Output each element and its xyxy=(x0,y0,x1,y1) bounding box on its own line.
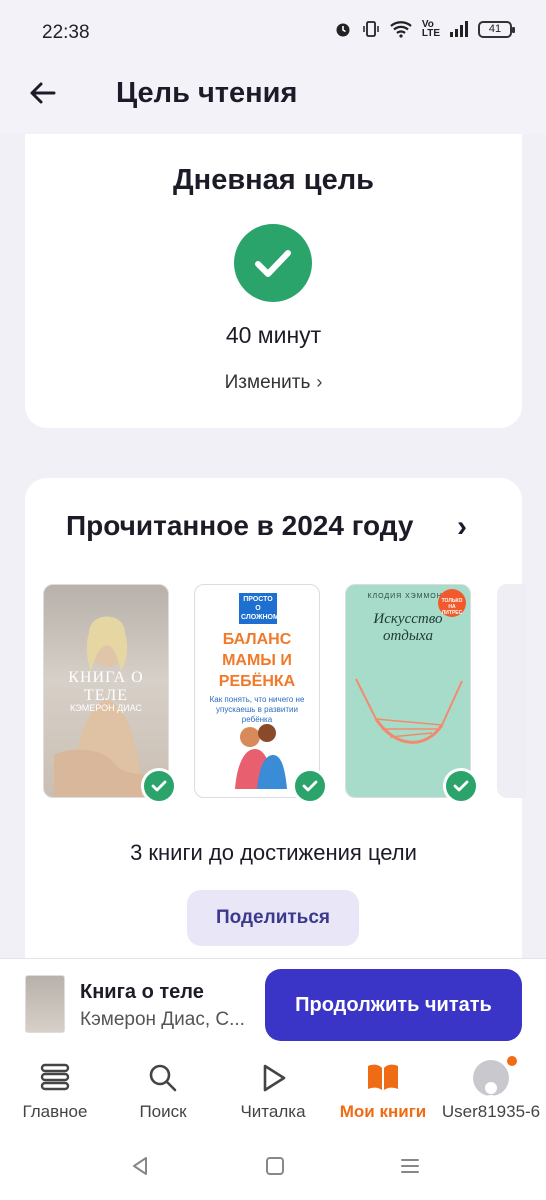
user-icon xyxy=(485,1082,497,1096)
wifi-icon xyxy=(390,21,412,38)
checkmark-icon xyxy=(255,250,291,277)
hammock-art xyxy=(355,678,463,744)
nav-label: User81935-6 xyxy=(441,1102,541,1121)
book-read-badge xyxy=(141,768,177,804)
arrow-left-icon xyxy=(30,82,56,104)
book-cover[interactable]: ПРОСТО О СЛОЖНОМ БАЛАНС МАМЫ И РЕБЁНКА К… xyxy=(194,584,320,798)
system-nav-bar xyxy=(0,1132,546,1200)
signal-icon xyxy=(450,21,468,37)
nav-item-home[interactable]: Главное xyxy=(0,1048,110,1132)
app-header: Цель чтения xyxy=(0,62,546,134)
book-cover[interactable]: КНИГА О ТЕЛЕ КЭМЕРОН ДИАС xyxy=(43,584,169,798)
open-book-icon xyxy=(368,1064,398,1090)
mini-player-author[interactable]: Кэмерон Диас, С... xyxy=(80,1009,265,1031)
checkmark-icon xyxy=(453,780,469,792)
book-cover[interactable]: КЛОДИЯ ХЭММОНД ТОЛЬКО НА ЛИТРЕС Искусств… xyxy=(345,584,471,798)
book-cover-partial[interactable] xyxy=(497,584,527,798)
mini-player-cover[interactable] xyxy=(25,975,65,1033)
recents-menu-icon[interactable] xyxy=(398,1154,422,1178)
nav-item-my-books[interactable]: Мои книги xyxy=(328,1048,438,1132)
continue-reading-button[interactable]: Продолжить читать xyxy=(265,969,522,1041)
books-remaining-text: 3 книги до достижения цели xyxy=(130,840,417,865)
daily-goal-card: Дневная цель 40 минут Изменить › xyxy=(25,134,522,428)
home-square-icon[interactable] xyxy=(263,1154,287,1178)
book-read-badge xyxy=(443,768,479,804)
chevron-right-icon: › xyxy=(316,372,323,392)
mini-player[interactable]: Книга о теле Кэмерон Диас, С... Продолжи… xyxy=(0,958,546,1048)
avatar xyxy=(473,1060,509,1096)
vibrate-icon xyxy=(363,21,379,37)
change-goal-label: Изменить xyxy=(224,372,311,393)
checkmark-icon xyxy=(151,780,167,792)
back-triangle-icon[interactable] xyxy=(128,1154,152,1178)
volte-icon: Vo LTE xyxy=(421,19,440,39)
change-goal-link[interactable]: Изменить › xyxy=(25,372,522,394)
status-bar: 22:38 Vo LTE 41 xyxy=(0,0,546,62)
share-button[interactable]: Поделиться xyxy=(187,890,359,946)
book-series: ПРОСТО О СЛОЖНОМ xyxy=(239,593,279,624)
page-title: Цель чтения xyxy=(116,77,298,109)
bottom-nav: Главное Поиск Читалка Мои книги User8193… xyxy=(0,1048,546,1132)
book-read-badge xyxy=(292,768,328,804)
read-section-title[interactable]: Прочитанное в 2024 году xyxy=(66,510,413,542)
book-title: КНИГА О ТЕЛЕ xyxy=(68,669,144,704)
nav-item-search[interactable]: Поиск xyxy=(108,1048,218,1132)
battery-icon: 41 xyxy=(478,20,515,38)
read-books-card: Прочитанное в 2024 году › КНИГА О ТЕЛЕ К… xyxy=(25,478,527,958)
back-button[interactable] xyxy=(26,76,60,110)
book-title: БАЛАНС МАМЫ И РЕБЁНКА xyxy=(218,631,296,690)
status-icons: Vo LTE 41 xyxy=(334,19,515,39)
checkmark-icon xyxy=(302,780,318,792)
nav-item-profile[interactable]: User81935-6 xyxy=(436,1048,546,1132)
alarm-icon xyxy=(336,23,350,37)
search-icon xyxy=(149,1064,177,1092)
goal-complete-badge xyxy=(234,224,312,302)
notification-dot xyxy=(507,1056,517,1066)
book-title: Искусство отдыха xyxy=(373,611,443,644)
book-author: КЭМЕРОН ДИАС xyxy=(70,703,142,713)
status-time: 22:38 xyxy=(42,22,90,43)
daily-goal-title: Дневная цель xyxy=(173,164,374,196)
chevron-right-icon[interactable]: › xyxy=(457,510,467,544)
daily-goal-value: 40 минут xyxy=(225,322,322,348)
play-icon xyxy=(263,1064,286,1092)
stack-icon xyxy=(40,1063,70,1091)
nav-item-reader[interactable]: Читалка xyxy=(218,1048,328,1132)
mini-player-title[interactable]: Книга о теле xyxy=(80,981,204,1004)
